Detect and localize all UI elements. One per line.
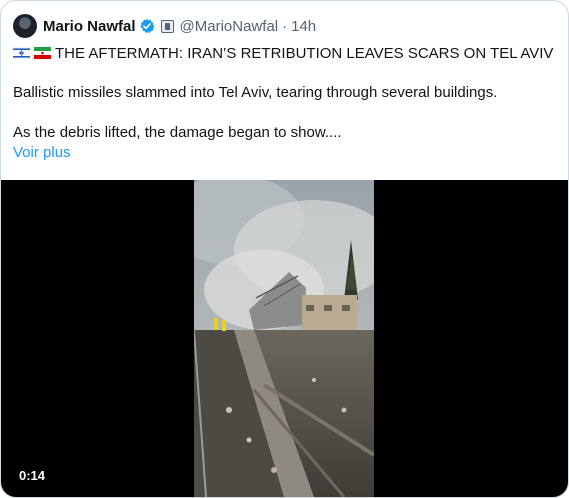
tweet-headline: THE AFTERMATH: IRAN’S RETRIBUTION LEAVES… <box>55 44 554 62</box>
video-thumbnail <box>194 180 374 497</box>
video-duration: 0:14 <box>13 466 52 485</box>
tweet-timestamp[interactable]: 14h <box>291 18 316 35</box>
tweet-paragraph-1: Ballistic missiles slammed into Tel Aviv… <box>13 84 498 101</box>
video-player[interactable]: 0:14 <box>1 180 568 497</box>
affiliate-badge-icon[interactable] <box>160 19 174 33</box>
author-handle[interactable]: @MarioNawfal <box>180 18 279 35</box>
separator-dot: · <box>282 17 288 35</box>
tweet-header: Mario Nawfal @MarioNawfal · 14h <box>13 13 316 39</box>
iran-flag-icon <box>34 47 51 59</box>
author-name[interactable]: Mario Nawfal <box>43 18 136 35</box>
video-frame[interactable] <box>194 180 374 497</box>
avatar[interactable] <box>13 14 37 38</box>
tweet-paragraph-2: As the debris lifted, the damage began t… <box>13 124 342 141</box>
show-more-link[interactable]: Voir plus <box>13 144 71 161</box>
tweet-headline-line: THE AFTERMATH: IRAN’S RETRIBUTION LEAVES… <box>13 42 553 64</box>
israel-flag-icon <box>13 47 30 59</box>
verified-badge-icon <box>139 18 154 33</box>
tweet-card[interactable]: Mario Nawfal @MarioNawfal · 14h THE AFTE… <box>0 0 569 498</box>
